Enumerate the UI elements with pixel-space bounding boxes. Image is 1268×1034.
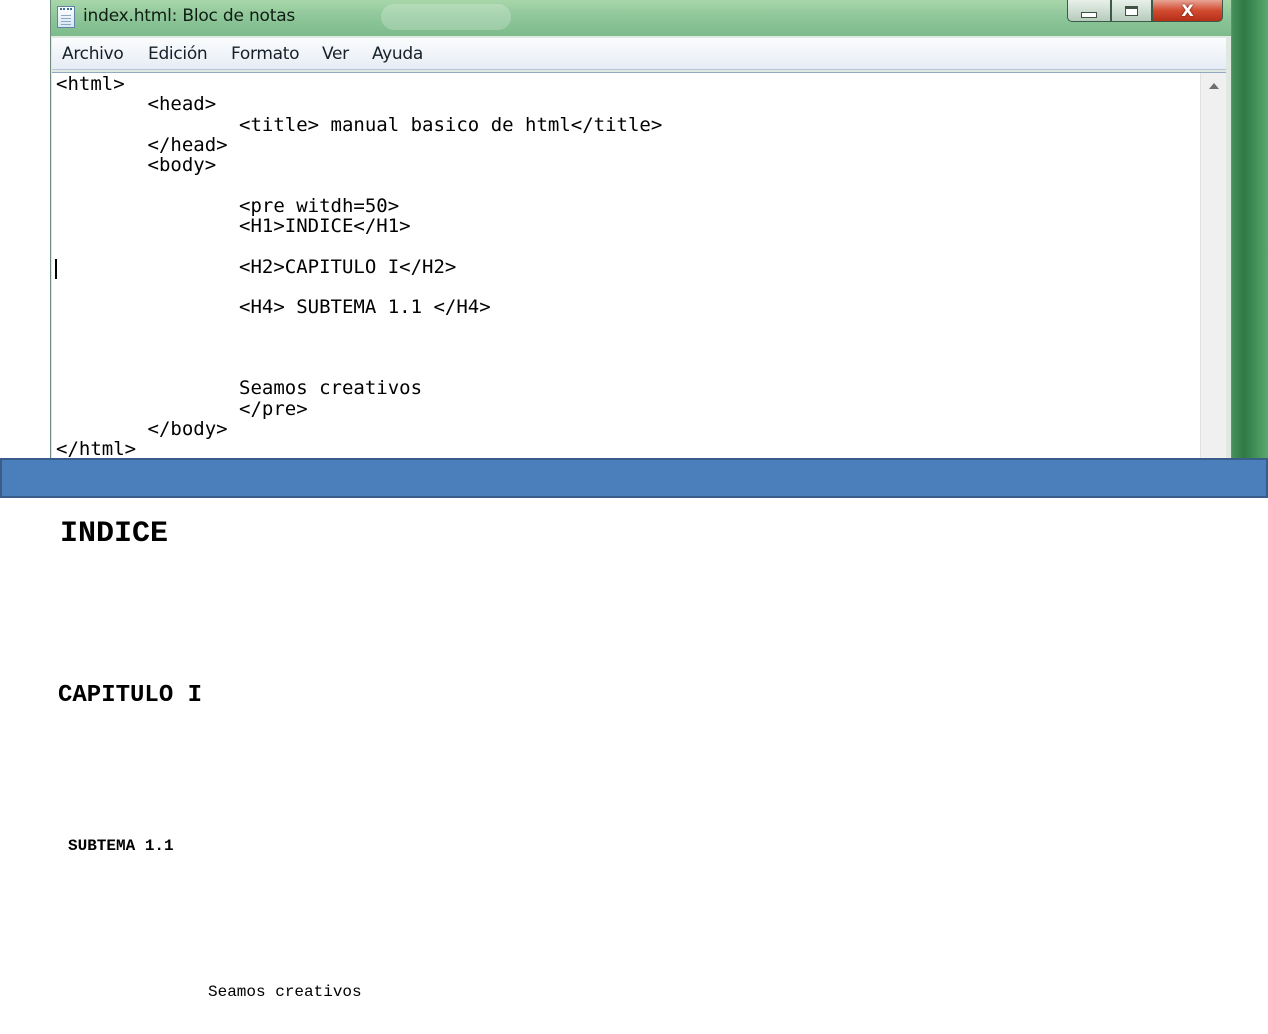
arrow-up-icon [1208,83,1219,89]
rendered-paragraph: Seamos creativos [208,983,362,1001]
menu-edicion[interactable]: Edición [148,44,208,64]
menu-ayuda[interactable]: Ayuda [372,44,423,64]
menu-ver[interactable]: Ver [322,44,349,64]
maximize-button[interactable] [1111,0,1152,22]
maximize-icon [1125,5,1138,16]
desktop-green-strip [1228,0,1268,460]
rendered-heading-1: INDICE [60,517,169,551]
title-bar[interactable]: index.html: Bloc de notas X [51,0,1231,36]
menu-bar: Archivo Edición Formato Ver Ayuda [52,38,1226,70]
close-button[interactable]: X [1152,0,1223,22]
window-title: index.html: Bloc de notas [83,6,296,26]
title-bar-glow [381,4,511,30]
minimize-icon [1081,11,1097,18]
rendered-heading-2: CAPITULO I [58,682,203,709]
text-caret [55,259,57,279]
menu-formato[interactable]: Formato [231,44,300,64]
menu-archivo[interactable]: Archivo [62,44,124,64]
notepad-window: index.html: Bloc de notas X Archivo Edic… [50,0,1232,461]
divider-banner [0,458,1268,498]
rendered-heading-4: SUBTEMA 1.1 [68,837,174,855]
scroll-up-button[interactable] [1201,73,1226,99]
editor-content[interactable]: <html> <head> <title> manual basico de h… [56,74,662,460]
vertical-scrollbar[interactable] [1200,73,1226,461]
text-editor[interactable]: <html> <head> <title> manual basico de h… [52,72,1226,461]
minimize-button[interactable] [1067,0,1111,22]
notepad-icon[interactable] [57,6,75,28]
close-icon: X [1181,0,1194,20]
